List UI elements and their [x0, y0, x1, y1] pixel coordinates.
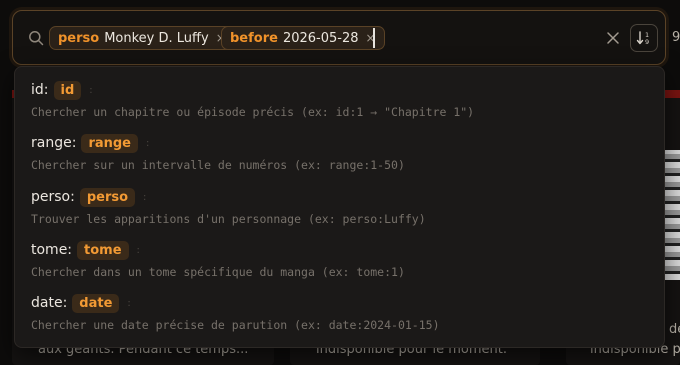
chip-value: 2026-05-28: [282, 30, 359, 46]
filter-chip-perso[interactable]: perso Monkey D. Luffy ×: [49, 26, 235, 50]
suggestion-description: Trouver les apparitions d'un personnage …: [31, 212, 426, 226]
suggestion-label: date:: [31, 295, 68, 311]
suggestion-description: Chercher dans un tome spécifique du mang…: [31, 265, 405, 279]
filter-chip-before[interactable]: before 2026-05-28 ×: [221, 26, 385, 50]
sort-numeric-icon: 1 9: [636, 31, 649, 46]
background-card-text: de: [669, 322, 680, 337]
suggestion-dot: :: [127, 297, 131, 309]
suggestion-item-id[interactable]: id: id : Chercher un chapitre ou épisode…: [31, 79, 651, 123]
suggestion-dot: :: [146, 137, 150, 149]
chip-key: perso: [58, 30, 100, 46]
suggestion-badge: range: [81, 133, 138, 153]
search-icon: [29, 31, 44, 46]
suggestion-item-range[interactable]: range: range : Chercher sur un intervall…: [31, 132, 651, 176]
sort-button[interactable]: 1 9: [630, 24, 658, 52]
suggestion-badge: tome: [77, 240, 129, 260]
suggestion-label: id:: [31, 82, 49, 98]
suggestion-badge: id: [53, 80, 82, 100]
suggestion-dot: :: [89, 84, 93, 96]
suggestion-description: Chercher un chapitre ou épisode précis (…: [31, 105, 475, 119]
search-bar[interactable]: perso Monkey D. Luffy × before 2026-05-2…: [12, 10, 666, 65]
suggestion-dot: :: [143, 191, 147, 203]
suggestion-item-perso[interactable]: perso: perso : Trouver les apparitions d…: [31, 186, 651, 230]
suggestion-description: Chercher une date précise de parution (e…: [31, 318, 440, 332]
clear-icon[interactable]: [606, 31, 620, 45]
chip-value: Monkey D. Luffy: [104, 30, 209, 46]
suggestion-label: tome:: [31, 242, 73, 258]
suggestion-item-tome[interactable]: tome: tome : Chercher dans un tome spéci…: [31, 239, 651, 283]
chip-key: before: [230, 30, 278, 46]
suggestion-label: perso:: [31, 189, 75, 205]
svg-text:9: 9: [645, 38, 649, 46]
suggestion-badge: date: [72, 293, 120, 313]
suggestion-item-date[interactable]: date: date : Chercher une date précise d…: [31, 292, 651, 336]
filter-suggestions-dropdown: id: id : Chercher un chapitre ou épisode…: [14, 66, 665, 348]
suggestion-badge: perso: [79, 187, 136, 207]
search-input-caret[interactable]: [373, 28, 375, 48]
suggestion-description: Chercher sur un intervalle de numéros (e…: [31, 158, 405, 172]
suggestion-dot: :: [136, 244, 140, 256]
background-manga-thumbnail: [664, 150, 680, 280]
background-edge-text: 9: [672, 30, 680, 45]
suggestion-label: range:: [31, 135, 77, 151]
